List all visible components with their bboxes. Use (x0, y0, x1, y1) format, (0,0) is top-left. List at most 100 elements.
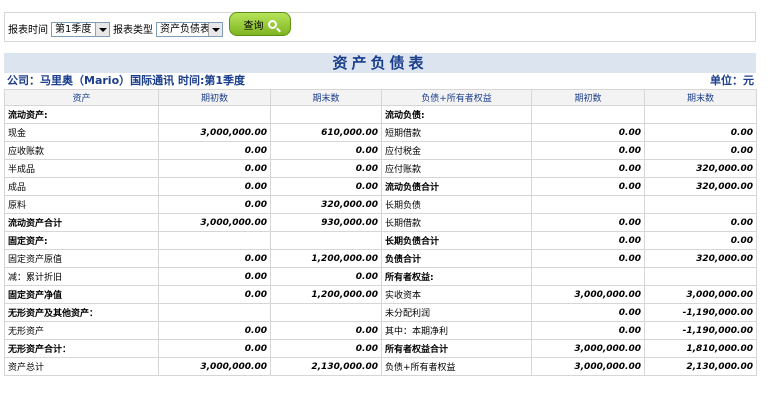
liability-name: 长期借款 (381, 213, 532, 232)
asset-begin: 3,000,000.00 (158, 357, 271, 376)
asset-name: 成品 (4, 177, 159, 196)
asset-end: 610,000.00 (270, 123, 382, 142)
asset-end (270, 105, 382, 124)
type-select[interactable]: 资产负债表 (156, 22, 223, 37)
asset-begin: 0.00 (158, 159, 271, 178)
liability-end: 0.00 (644, 141, 757, 160)
asset-name: 减：累计折旧 (4, 267, 159, 286)
header-assets: 资产 (4, 89, 159, 106)
liability-end: 0.00 (644, 213, 757, 232)
asset-end: 930,000.00 (270, 213, 382, 232)
liability-name: 负债+所有者权益 (381, 357, 532, 376)
asset-begin (158, 105, 271, 124)
report-title: 资产负债表 (4, 53, 756, 73)
liability-end: 320,000.00 (644, 249, 757, 268)
period-select-value: 第1季度 (55, 24, 92, 35)
table-row: 流动资产: 流动负债: (4, 105, 757, 124)
asset-begin (158, 303, 271, 322)
asset-begin: 0.00 (158, 339, 271, 358)
asset-end: 0.00 (270, 159, 382, 178)
liability-begin: 0.00 (531, 321, 645, 340)
asset-begin: 0.00 (158, 141, 271, 160)
liability-begin: 3,000,000.00 (531, 339, 645, 358)
liability-name: 其中：本期净利 (381, 321, 532, 340)
header-assets-begin: 期初数 (158, 89, 271, 106)
liability-end: 3,000,000.00 (644, 285, 757, 304)
liability-name: 应付税金 (381, 141, 532, 160)
asset-end: 0.00 (270, 177, 382, 196)
asset-name: 无形资产及其他资产： (4, 303, 159, 322)
asset-end: 2,130,000.00 (270, 357, 382, 376)
asset-end: 1,200,000.00 (270, 249, 382, 268)
unit-label: 单位：元 (710, 74, 754, 87)
type-label: 报表类型 (113, 25, 153, 36)
type-select-value: 资产负债表 (160, 24, 210, 35)
asset-begin: 0.00 (158, 177, 271, 196)
liability-name: 所有者权益合计 (381, 339, 532, 358)
table-row: 无形资产合计： 0.00 0.00 所有者权益合计 3,000,000.00 1… (4, 339, 757, 358)
asset-name: 流动资产合计 (4, 213, 159, 232)
table-row: 应收账款 0.00 0.00 应付税金 0.00 0.00 (4, 141, 757, 160)
liability-begin: 0.00 (531, 213, 645, 232)
liability-begin: 0.00 (531, 303, 645, 322)
asset-name: 半成品 (4, 159, 159, 178)
asset-name: 固定资产净值 (4, 285, 159, 304)
asset-end: 0.00 (270, 141, 382, 160)
liability-begin: 3,000,000.00 (531, 285, 645, 304)
liability-begin (531, 195, 645, 214)
liability-name: 流动负债合计 (381, 177, 532, 196)
chevron-down-icon[interactable] (95, 23, 109, 36)
asset-name: 流动资产: (4, 105, 159, 124)
header-liabilities: 负债+所有者权益 (381, 89, 532, 106)
asset-begin: 3,000,000.00 (158, 213, 271, 232)
liability-name: 长期负债合计 (381, 231, 532, 250)
asset-begin: 0.00 (158, 285, 271, 304)
liability-end: 0.00 (644, 123, 757, 142)
liability-name: 长期负债 (381, 195, 532, 214)
asset-begin: 0.00 (158, 195, 271, 214)
table-row: 资产总计 3,000,000.00 2,130,000.00 负债+所有者权益 … (4, 357, 757, 376)
asset-end (270, 303, 382, 322)
asset-name: 无形资产合计： (4, 339, 159, 358)
period-label: 报表时间 (8, 25, 48, 36)
liability-end: 0.00 (644, 231, 757, 250)
table-row: 固定资产净值 0.00 1,200,000.00 实收资本 3,000,000.… (4, 285, 757, 304)
filter-toolbar: 报表时间 第1季度 报表类型 资产负债表 查询 (4, 12, 756, 42)
liability-begin (531, 105, 645, 124)
table-row: 无形资产及其他资产： 未分配利润 0.00 -1,190,000.00 (4, 303, 757, 322)
liability-begin: 0.00 (531, 177, 645, 196)
asset-end: 320,000.00 (270, 195, 382, 214)
table-row: 减：累计折旧 0.00 0.00 所有者权益: (4, 267, 757, 286)
table-row: 半成品 0.00 0.00 应付账款 0.00 320,000.00 (4, 159, 757, 178)
table-row: 固定资产原值 0.00 1,200,000.00 负债合计 0.00 320,0… (4, 249, 757, 268)
balance-sheet-table: 资产 期初数 期末数 负债+所有者权益 期初数 期末数 流动资产: 流动负债: … (4, 89, 757, 376)
header-liabilities-end: 期末数 (644, 89, 757, 106)
asset-end: 0.00 (270, 267, 382, 286)
chevron-down-icon[interactable] (208, 23, 222, 36)
liability-end: 320,000.00 (644, 159, 757, 178)
liability-end (644, 105, 757, 124)
query-button[interactable]: 查询 (229, 12, 291, 36)
table-header-row: 资产 期初数 期末数 负债+所有者权益 期初数 期末数 (4, 89, 757, 106)
liability-end (644, 267, 757, 286)
asset-end (270, 231, 382, 250)
liability-end: -1,190,000.00 (644, 303, 757, 322)
table-row: 现金 3,000,000.00 610,000.00 短期借款 0.00 0.0… (4, 123, 757, 142)
asset-begin: 0.00 (158, 321, 271, 340)
header-assets-end: 期末数 (270, 89, 382, 106)
asset-name: 固定资产原值 (4, 249, 159, 268)
liability-name: 负债合计 (381, 249, 532, 268)
liability-end: -1,190,000.00 (644, 321, 757, 340)
liability-name: 所有者权益: (381, 267, 532, 286)
report-info: 公司：马里奥（Mario）国际通讯 时间:第1季度 单位：元 (4, 73, 756, 89)
asset-name: 资产总计 (4, 357, 159, 376)
asset-begin: 3,000,000.00 (158, 123, 271, 142)
period-select[interactable]: 第1季度 (51, 22, 110, 37)
asset-name: 固定资产: (4, 231, 159, 250)
liability-end (644, 195, 757, 214)
header-liabilities-begin: 期初数 (531, 89, 645, 106)
liability-begin (531, 267, 645, 286)
table-row: 原料 0.00 320,000.00 长期负债 (4, 195, 757, 214)
table-row: 无形资产 0.00 0.00 其中：本期净利 0.00 -1,190,000.0… (4, 321, 757, 340)
liability-begin: 0.00 (531, 141, 645, 160)
